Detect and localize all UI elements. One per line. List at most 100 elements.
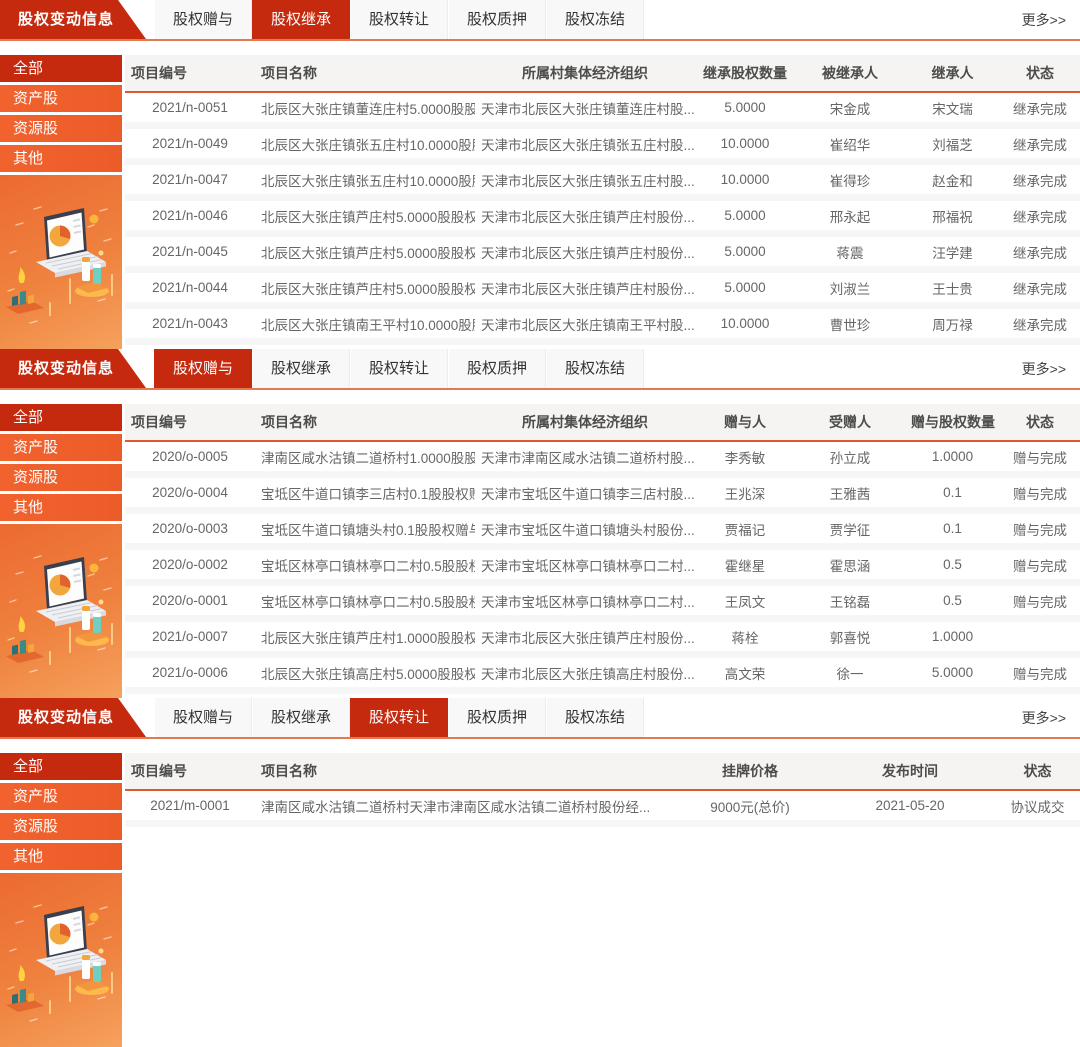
sidebar-item-其他[interactable]: 其他 bbox=[0, 843, 122, 870]
cell: 2021/o-0007 bbox=[125, 619, 255, 655]
cell: 2020/o-0001 bbox=[125, 583, 255, 619]
sidebar-item-资产股[interactable]: 资产股 bbox=[0, 85, 122, 112]
sidebar-item-全部[interactable]: 全部 bbox=[0, 753, 122, 780]
tab-股权冻结[interactable]: 股权冻结 bbox=[546, 0, 644, 39]
tab-股权继承[interactable]: 股权继承 bbox=[252, 349, 350, 388]
more-link[interactable]: 更多>> bbox=[1022, 708, 1080, 728]
column-header-状态: 状态 bbox=[1000, 404, 1080, 441]
cell: 10.0000 bbox=[695, 162, 795, 198]
column-header-所属村集体经济组织: 所属村集体经济组织 bbox=[475, 404, 695, 441]
cell: 津南区咸水沽镇二道桥村1.0000股股权赠... bbox=[255, 441, 475, 475]
tab-list: 股权赠与股权继承股权转让股权质押股权冻结 bbox=[154, 0, 644, 39]
sidebar-item-资产股[interactable]: 资产股 bbox=[0, 783, 122, 810]
cell: 天津市北辰区大张庄镇芦庄村股份... bbox=[475, 234, 695, 270]
column-header-项目名称: 项目名称 bbox=[255, 404, 475, 441]
tab-股权冻结[interactable]: 股权冻结 bbox=[546, 349, 644, 388]
tab-list: 股权赠与股权继承股权转让股权质押股权冻结 bbox=[154, 349, 644, 388]
table-row[interactable]: 2021/m-0001津南区咸水沽镇二道桥村天津市津南区咸水沽镇二道桥村股份经.… bbox=[125, 790, 1080, 824]
cell: 宝坻区牛道口镇塘头村0.1股股权赠与项目 bbox=[255, 511, 475, 547]
cell: 继承完成 bbox=[1000, 234, 1080, 270]
table-row[interactable]: 2021/n-0049北辰区大张庄镇张五庄村10.0000股股权继...天津市北… bbox=[125, 126, 1080, 162]
table-row[interactable]: 2021/n-0043北辰区大张庄镇南王平村10.0000股股权继...天津市北… bbox=[125, 306, 1080, 342]
tab-股权赠与[interactable]: 股权赠与 bbox=[154, 0, 252, 39]
cell: 赠与完成 bbox=[1000, 547, 1080, 583]
cell: 5.0000 bbox=[695, 234, 795, 270]
table-row[interactable]: 2021/n-0044北辰区大张庄镇芦庄村5.0000股股权继承...天津市北辰… bbox=[125, 270, 1080, 306]
table-row[interactable]: 2021/n-0045北辰区大张庄镇芦庄村5.0000股股权继承...天津市北辰… bbox=[125, 234, 1080, 270]
section-content: 全部资产股资源股其他 bbox=[0, 404, 1080, 698]
tab-股权转让[interactable]: 股权转让 bbox=[350, 698, 448, 737]
cell: 津南区咸水沽镇二道桥村天津市津南区咸水沽镇二道桥村股份经... bbox=[255, 790, 675, 824]
table-row[interactable]: 2020/o-0002宝坻区林亭口镇林亭口二村0.5股股权赠与...天津市宝坻区… bbox=[125, 547, 1080, 583]
cell: 继承完成 bbox=[1000, 162, 1080, 198]
cell: 天津市北辰区大张庄镇董连庄村股... bbox=[475, 92, 695, 126]
cell: 赠与完成 bbox=[1000, 511, 1080, 547]
cell: 赠与完成 bbox=[1000, 583, 1080, 619]
equity-change-section: 股权变动信息 股权赠与股权继承股权转让股权质押股权冻结 更多>> 全部资产股资源… bbox=[0, 349, 1080, 698]
column-header-赠与人: 赠与人 bbox=[695, 404, 795, 441]
cell: 蒋栓 bbox=[695, 619, 795, 655]
category-list: 全部资产股资源股其他 bbox=[0, 753, 122, 873]
table-row[interactable]: 2021/n-0051北辰区大张庄镇董连庄村5.0000股股权继...天津市北辰… bbox=[125, 92, 1080, 126]
cell: 北辰区大张庄镇张五庄村10.0000股股权继... bbox=[255, 126, 475, 162]
data-table: 项目编号项目名称所属村集体经济组织赠与人受赠人赠与股权数量状态 2020/o-0… bbox=[125, 404, 1080, 698]
more-link[interactable]: 更多>> bbox=[1022, 359, 1080, 379]
cell: 2021-05-20 bbox=[825, 790, 995, 824]
cell: 10.0000 bbox=[695, 126, 795, 162]
cell: 王雅茜 bbox=[795, 475, 905, 511]
sidebar-item-其他[interactable]: 其他 bbox=[0, 145, 122, 172]
cell: 赵金和 bbox=[905, 162, 1000, 198]
table-row[interactable]: 2021/n-0046北辰区大张庄镇芦庄村5.0000股股权继承...天津市北辰… bbox=[125, 198, 1080, 234]
section-title: 股权变动信息 bbox=[0, 0, 150, 39]
tab-股权质押[interactable]: 股权质押 bbox=[448, 349, 546, 388]
column-header-项目编号: 项目编号 bbox=[125, 55, 255, 92]
table-row[interactable]: 2021/o-0006北辰区大张庄镇高庄村5.0000股股权赠与...天津市北辰… bbox=[125, 655, 1080, 691]
tab-股权质押[interactable]: 股权质押 bbox=[448, 698, 546, 737]
data-table: 项目编号项目名称挂牌价格发布时间状态 2021/m-0001津南区咸水沽镇二道桥… bbox=[125, 753, 1080, 1047]
cell: 天津市北辰区大张庄镇张五庄村股... bbox=[475, 126, 695, 162]
table-row[interactable]: 2020/o-0003宝坻区牛道口镇塘头村0.1股股权赠与项目天津市宝坻区牛道口… bbox=[125, 511, 1080, 547]
table-row[interactable]: 2020/o-0001宝坻区林亭口镇林亭口二村0.5股股权赠与...天津市宝坻区… bbox=[125, 583, 1080, 619]
more-link[interactable]: 更多>> bbox=[1022, 10, 1080, 30]
tab-股权赠与[interactable]: 股权赠与 bbox=[154, 698, 252, 737]
cell: 北辰区大张庄镇芦庄村5.0000股股权继承... bbox=[255, 270, 475, 306]
cell: 天津市北辰区大张庄镇芦庄村股份... bbox=[475, 270, 695, 306]
cell: 2020/o-0002 bbox=[125, 547, 255, 583]
column-header-赠与股权数量: 赠与股权数量 bbox=[905, 404, 1000, 441]
column-header-受赠人: 受赠人 bbox=[795, 404, 905, 441]
tab-股权赠与[interactable]: 股权赠与 bbox=[154, 349, 252, 388]
column-header-发布时间: 发布时间 bbox=[825, 753, 995, 790]
table-row[interactable]: 2021/o-0007北辰区大张庄镇芦庄村1.0000股股权赠与...天津市北辰… bbox=[125, 619, 1080, 655]
cell: 北辰区大张庄镇高庄村5.0000股股权赠与... bbox=[255, 655, 475, 691]
tab-股权转让[interactable]: 股权转让 bbox=[350, 0, 448, 39]
tab-股权转让[interactable]: 股权转让 bbox=[350, 349, 448, 388]
table-row[interactable]: 2021/n-0047北辰区大张庄镇张五庄村10.0000股股权继...天津市北… bbox=[125, 162, 1080, 198]
tab-股权继承[interactable]: 股权继承 bbox=[252, 0, 350, 39]
cell: 贾福记 bbox=[695, 511, 795, 547]
tab-股权继承[interactable]: 股权继承 bbox=[252, 698, 350, 737]
equity-change-section: 股权变动信息 股权赠与股权继承股权转让股权质押股权冻结 更多>> 全部资产股资源… bbox=[0, 0, 1080, 349]
laptop-charts-icon bbox=[0, 183, 122, 349]
sidebar-item-全部[interactable]: 全部 bbox=[0, 404, 122, 431]
sidebar-item-资源股[interactable]: 资源股 bbox=[0, 464, 122, 491]
category-sidebar: 全部资产股资源股其他 bbox=[0, 404, 122, 698]
cell: 继承完成 bbox=[1000, 198, 1080, 234]
cell: 天津市北辰区大张庄镇高庄村股份... bbox=[475, 655, 695, 691]
sidebar-item-资源股[interactable]: 资源股 bbox=[0, 813, 122, 840]
cell: 5.0000 bbox=[695, 198, 795, 234]
cell bbox=[1000, 619, 1080, 655]
sidebar-item-其他[interactable]: 其他 bbox=[0, 494, 122, 521]
column-header-状态: 状态 bbox=[995, 753, 1080, 790]
table-row[interactable]: 2020/o-0005津南区咸水沽镇二道桥村1.0000股股权赠...天津市津南… bbox=[125, 441, 1080, 475]
column-header-所属村集体经济组织: 所属村集体经济组织 bbox=[475, 55, 695, 92]
cell: 郭喜悦 bbox=[795, 619, 905, 655]
sidebar-item-资源股[interactable]: 资源股 bbox=[0, 115, 122, 142]
cell: 2021/n-0047 bbox=[125, 162, 255, 198]
sidebar-item-资产股[interactable]: 资产股 bbox=[0, 434, 122, 461]
tab-股权质押[interactable]: 股权质押 bbox=[448, 0, 546, 39]
table-row[interactable]: 2020/o-0004宝坻区牛道口镇李三店村0.1股股权赠与项目天津市宝坻区牛道… bbox=[125, 475, 1080, 511]
cell: 天津市宝坻区牛道口镇李三店村股... bbox=[475, 475, 695, 511]
cell: 霍继星 bbox=[695, 547, 795, 583]
sidebar-item-全部[interactable]: 全部 bbox=[0, 55, 122, 82]
tab-股权冻结[interactable]: 股权冻结 bbox=[546, 698, 644, 737]
